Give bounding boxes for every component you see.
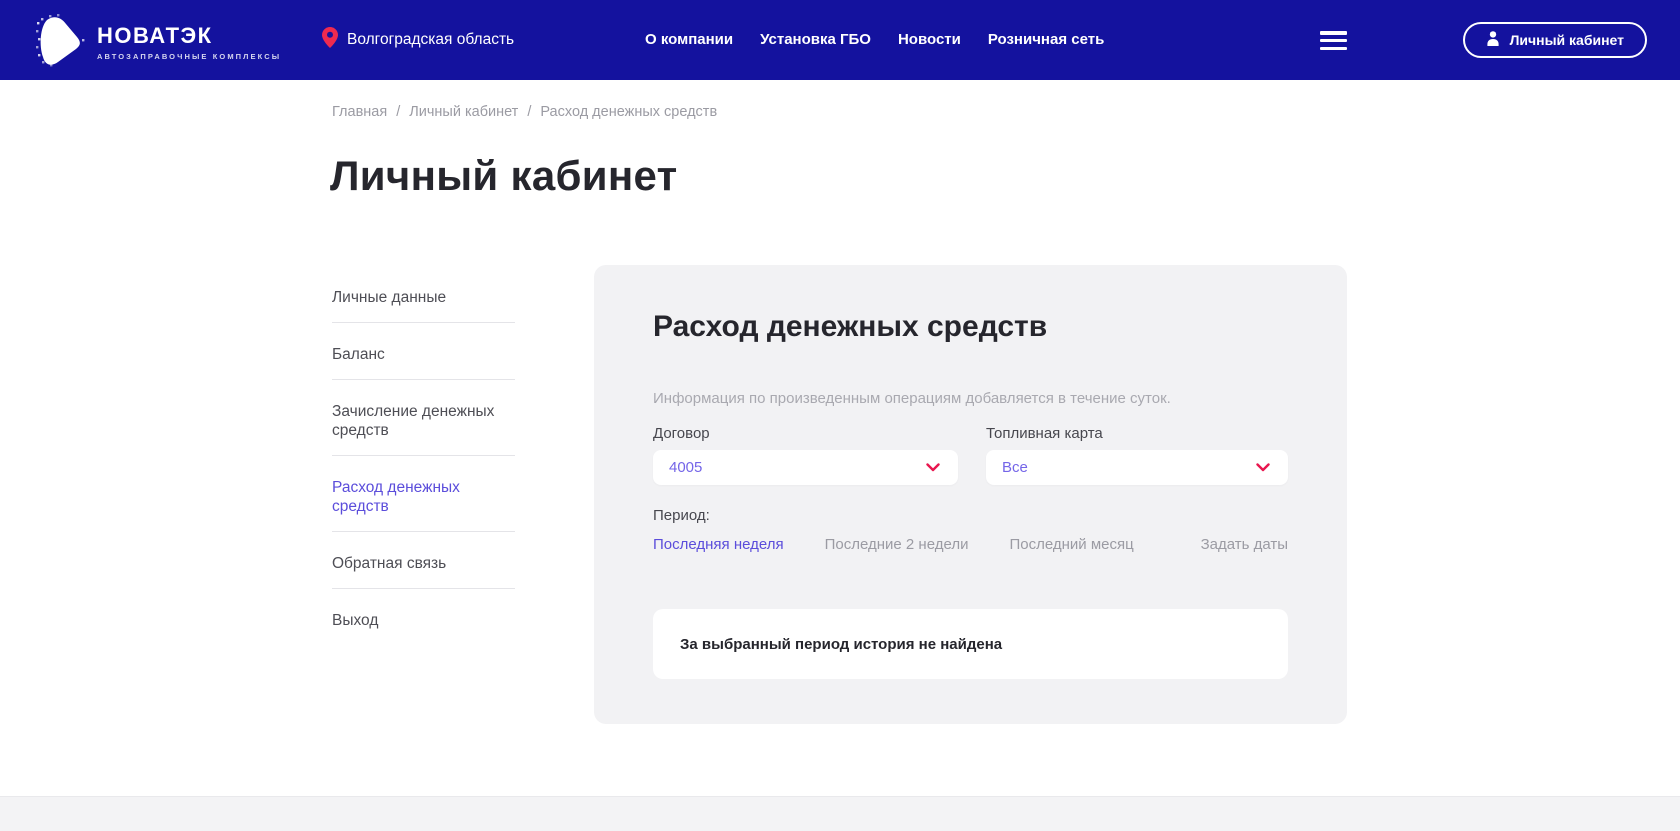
account-sidebar: Личные данные Баланс Зачисление денежных… [332,288,515,645]
period-last-month[interactable]: Последний месяц [1009,536,1133,553]
main-nav: О компании Установка ГБО Новости Розничн… [645,0,1104,80]
sidebar-item-deposit-funds[interactable]: Зачисление денежных средств [332,380,515,456]
filters-row: Договор 4005 Топливная карта Все [653,425,1288,485]
sidebar-item-label: Расход денежных средств [332,479,460,515]
user-icon [1486,31,1500,49]
logo[interactable]: НОВАТЭК АВТОЗАПРАВОЧНЫЕ КОМПЛЕКСЫ [33,12,281,73]
nav-gbo-install[interactable]: Установка ГБО [760,31,871,48]
contract-select-value: 4005 [669,459,703,476]
period-custom-dates[interactable]: Задать даты [1201,536,1288,553]
contract-select[interactable]: 4005 [653,450,958,485]
panel-title: Расход денежных средств [653,310,1048,343]
sidebar-item-label: Обратная связь [332,555,447,572]
empty-history-message: За выбранный период история не найдена [680,635,1003,653]
fuel-card-select-value: Все [1002,459,1028,476]
hamburger-bar [1320,38,1347,43]
period-options: Последняя неделя Последние 2 недели Посл… [653,536,1288,553]
sidebar-item-label: Личные данные [332,289,447,306]
account-button[interactable]: Личный кабинет [1462,22,1647,58]
fuel-card-select[interactable]: Все [986,450,1288,485]
nav-news[interactable]: Новости [898,31,961,48]
sidebar-item-label: Выход [332,612,379,629]
region-label: Волгоградская область [347,31,515,48]
period-last-two-weeks[interactable]: Последние 2 недели [825,536,969,553]
logo-text: НОВАТЭК АВТОЗАПРАВОЧНЫЕ КОМПЛЕКСЫ [97,23,282,62]
header: НОВАТЭК АВТОЗАПРАВОЧНЫЕ КОМПЛЕКСЫ Волгог… [0,0,1680,80]
novatek-logo-icon [33,12,89,73]
panel-note: Информация по произведенным операциям до… [653,390,1171,407]
sidebar-item-personal-data[interactable]: Личные данные [332,288,515,323]
fuel-card-field: Топливная карта Все [986,425,1288,485]
logo-title: НОВАТЭК [97,23,213,48]
chevron-down-icon [926,459,940,477]
sidebar-item-label: Зачисление денежных средств [332,403,495,439]
sidebar-item-logout[interactable]: Выход [332,589,515,645]
spending-panel: Расход денежных средств Информация по пр… [594,265,1347,724]
sidebar-item-spending-funds[interactable]: Расход денежных средств [332,456,515,532]
sidebar-item-label: Баланс [332,346,385,363]
sidebar-item-feedback[interactable]: Обратная связь [332,532,515,589]
contract-field: Договор 4005 [653,425,958,485]
empty-history-box: За выбранный период история не найдена [653,609,1288,679]
chevron-down-icon [1256,459,1270,477]
account-button-label: Личный кабинет [1509,32,1624,48]
map-pin-icon [322,27,338,53]
breadcrumb: Главная / Личный кабинет / Расход денежн… [332,104,717,120]
nav-about[interactable]: О компании [645,31,733,48]
period-last-week[interactable]: Последняя неделя [653,536,784,553]
breadcrumb-separator: / [527,104,532,120]
breadcrumb-current: Расход денежных средств [540,104,718,120]
hamburger-bar [1320,46,1347,50]
sidebar-item-balance[interactable]: Баланс [332,323,515,380]
nav-retail-network[interactable]: Розничная сеть [988,31,1104,48]
breadcrumb-separator: / [396,104,401,120]
breadcrumb-account[interactable]: Личный кабинет [409,104,518,120]
breadcrumb-home[interactable]: Главная [332,104,387,120]
region-selector[interactable]: Волгоградская область [322,0,514,80]
hamburger-menu-button[interactable] [1320,31,1347,50]
fuel-card-label: Топливная карта [986,425,1103,442]
page-title: Личный кабинет [330,152,678,199]
contract-label: Договор [653,425,710,442]
logo-subtitle: АВТОЗАПРАВОЧНЫЕ КОМПЛЕКСЫ [97,52,282,61]
footer-strip [0,796,1680,831]
period-label: Период: [653,507,710,524]
hamburger-bar [1320,31,1347,35]
